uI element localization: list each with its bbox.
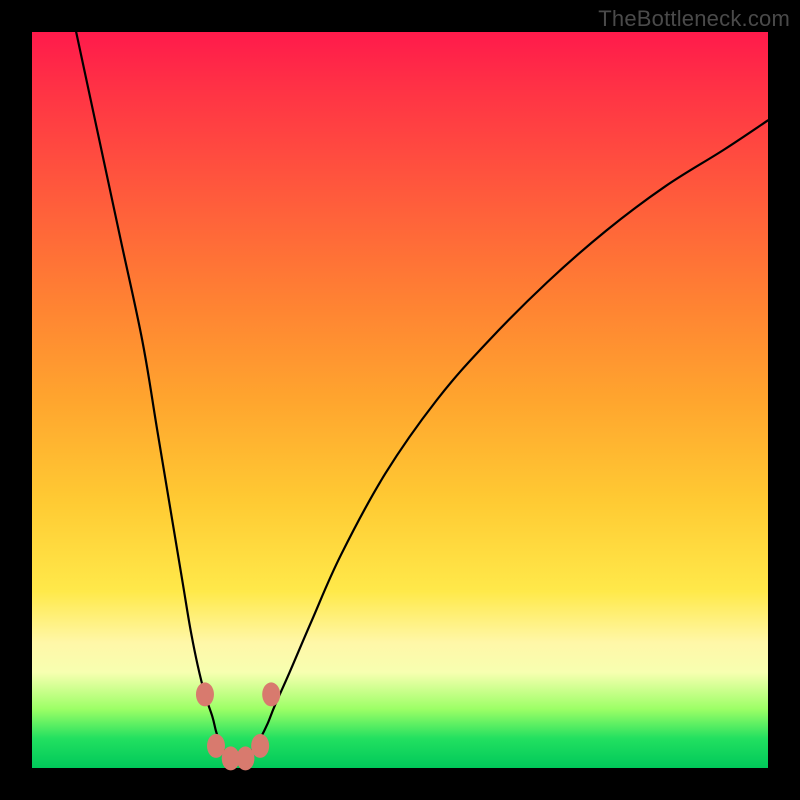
plot-area xyxy=(32,32,768,768)
watermark-text: TheBottleneck.com xyxy=(598,6,790,32)
curve-marker xyxy=(196,682,214,706)
curve-marker xyxy=(262,682,280,706)
curve-marker xyxy=(251,734,269,758)
curve-right-branch xyxy=(238,120,768,760)
curve-left-branch xyxy=(76,32,238,761)
curve-svg xyxy=(32,32,768,768)
chart-frame: TheBottleneck.com xyxy=(0,0,800,800)
